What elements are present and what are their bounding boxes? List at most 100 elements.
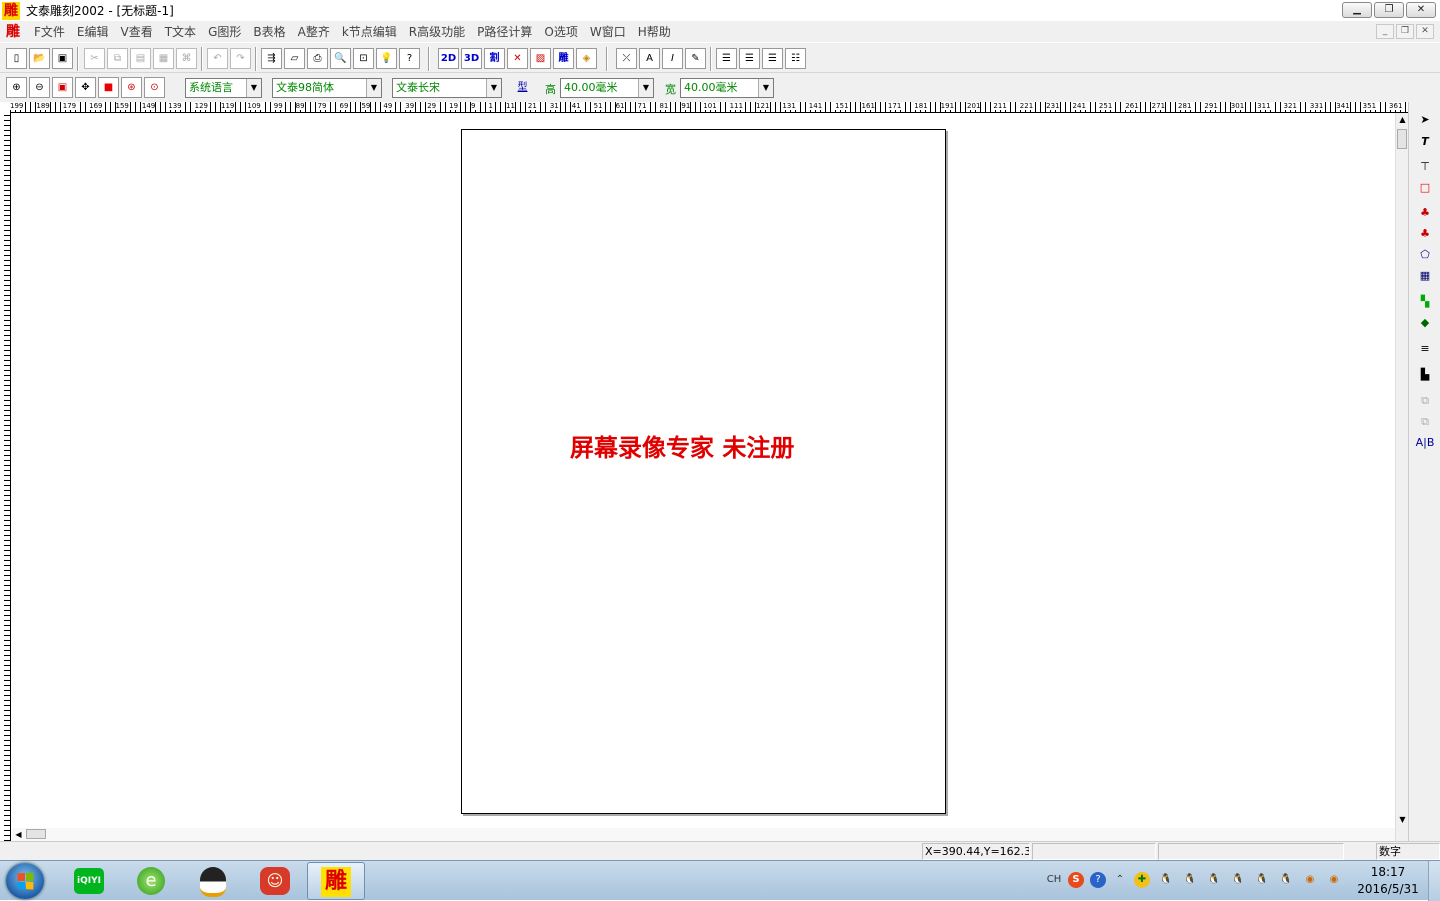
qq-tray-icon[interactable]: 🐧	[1158, 872, 1174, 888]
vertical-text-icon[interactable]: ⊤	[1414, 157, 1436, 177]
horizontal-scrollbar[interactable]: ◀	[12, 828, 1395, 841]
scroll-thumb[interactable]	[26, 829, 46, 839]
pan-icon[interactable]: ✥	[75, 77, 96, 98]
menu-help[interactable]: H帮助	[638, 23, 671, 40]
input-language[interactable]: CH	[1044, 872, 1064, 888]
paste-special-icon[interactable]: ▦	[153, 48, 174, 69]
zoom-out-icon[interactable]: ⊖	[29, 77, 50, 98]
open-folder-icon[interactable]: 📂	[29, 48, 50, 69]
color-fill-icon[interactable]: ■	[98, 77, 119, 98]
zoom-all-icon[interactable]: ⊙	[144, 77, 165, 98]
document-icon[interactable]: 雕	[4, 23, 22, 41]
menu-options[interactable]: O选项	[544, 23, 577, 40]
menu-view[interactable]: V查看	[121, 23, 153, 40]
mdi-minimize-button[interactable]: _	[1376, 24, 1394, 39]
height-input[interactable]: 40.00毫米 ▼	[560, 78, 654, 98]
select-arrow-icon[interactable]: ➤	[1414, 110, 1436, 130]
tip-bulb-icon[interactable]: 💡	[376, 48, 397, 69]
paragraph-icon[interactable]: ≡	[1414, 339, 1436, 359]
menu-text[interactable]: T文本	[165, 23, 196, 40]
minimize-button[interactable]: ▁	[1342, 2, 1372, 18]
menu-advanced[interactable]: R高级功能	[409, 23, 465, 40]
page-setup-icon[interactable]: ▱	[284, 48, 305, 69]
layer-icon[interactable]: ▙	[1414, 365, 1436, 385]
zoom-in-icon[interactable]: ⊕	[6, 77, 27, 98]
qq-tray-icon[interactable]: 🐧	[1254, 872, 1270, 888]
cut-icon[interactable]: ✂	[84, 48, 105, 69]
menu-file[interactable]: F文件	[34, 23, 65, 40]
font-type-button[interactable]: 型	[512, 77, 533, 98]
chevron-down-icon[interactable]: ▼	[366, 79, 381, 97]
qq-task[interactable]	[184, 862, 242, 900]
tiger-tray-icon[interactable]: ◉	[1302, 872, 1318, 888]
tray-app-icon[interactable]: ✚	[1134, 872, 1150, 888]
wentai-task[interactable]: 雕	[307, 862, 365, 900]
paste-icon[interactable]: ▤	[130, 48, 151, 69]
shape-edit-icon[interactable]: ♣	[1414, 224, 1436, 244]
undo-icon[interactable]: ↶	[207, 48, 228, 69]
fill-bucket-icon[interactable]: ◆	[1414, 313, 1436, 333]
edit-text-icon[interactable]: ✎	[685, 48, 706, 69]
text-box-icon[interactable]: A	[639, 48, 660, 69]
clock-time[interactable]: 18:17	[1358, 865, 1418, 879]
group-icon[interactable]: ⧉	[1414, 391, 1436, 411]
menu-path-calc[interactable]: P路径计算	[477, 23, 532, 40]
menu-table[interactable]: B表格	[253, 23, 285, 40]
zoom-page-icon[interactable]: ▣	[52, 77, 73, 98]
3d-button[interactable]: 3D	[461, 48, 482, 69]
table-tool-icon[interactable]: ▦	[1414, 266, 1436, 286]
ungroup-icon[interactable]: ⧉	[1414, 412, 1436, 432]
align-center-icon[interactable]: ☰	[739, 48, 760, 69]
print-preview-icon[interactable]: 🔍	[330, 48, 351, 69]
clock-date[interactable]: 2016/5/31	[1354, 882, 1422, 896]
zoom-select-icon[interactable]: ⊛	[121, 77, 142, 98]
mdi-restore-button[interactable]: ❐	[1396, 24, 1414, 39]
cut-path-button[interactable]: 割	[484, 48, 505, 69]
chevron-down-icon[interactable]: ▼	[638, 79, 653, 97]
scroll-thumb[interactable]	[1397, 129, 1407, 149]
node-icon[interactable]: ⤫	[616, 48, 637, 69]
chevron-down-icon[interactable]: ▼	[246, 79, 261, 97]
hatch-icon[interactable]: ▨	[530, 48, 551, 69]
text-replace-icon[interactable]: A|B	[1414, 433, 1436, 453]
print-icon[interactable]: ⎙	[307, 48, 328, 69]
show-desktop-button[interactable]	[1428, 861, 1440, 901]
chinese-font-select[interactable]: 文泰98简体 ▼	[272, 78, 382, 98]
rectangle-tool-icon[interactable]: □	[1414, 178, 1436, 198]
shape-tool-icon[interactable]: ♣	[1414, 203, 1436, 223]
align-right-icon[interactable]: ☰	[762, 48, 783, 69]
copy-icon[interactable]: ⧉	[107, 48, 128, 69]
menu-window[interactable]: W窗口	[590, 23, 626, 40]
color-grid-icon[interactable]: ▚	[1414, 292, 1436, 312]
text-tool-icon[interactable]: T	[1414, 132, 1436, 152]
import-icon[interactable]: ⇶	[261, 48, 282, 69]
italic-icon[interactable]: I	[662, 48, 683, 69]
align-left-icon[interactable]: ☰	[716, 48, 737, 69]
qq-tray-icon[interactable]: 🐧	[1278, 872, 1294, 888]
engrave-tool-icon[interactable]: ✕	[507, 48, 528, 69]
qq-tray-icon[interactable]: 🐧	[1206, 872, 1222, 888]
language-select[interactable]: 系统语言 ▼	[185, 78, 262, 98]
help-pointer-icon[interactable]: ?	[399, 48, 420, 69]
frame-icon[interactable]: ⊡	[353, 48, 374, 69]
2d-button[interactable]: 2D	[438, 48, 459, 69]
menu-align[interactable]: A整齐	[298, 23, 330, 40]
menu-edit[interactable]: E编辑	[77, 23, 109, 40]
tiger-check-icon[interactable]: ◉	[1326, 872, 1342, 888]
menu-graphics[interactable]: G图形	[208, 23, 241, 40]
vertical-scrollbar[interactable]: ▲ ▼	[1395, 113, 1408, 841]
chevron-down-icon[interactable]: ▼	[486, 79, 501, 97]
palette-icon[interactable]: ◈	[576, 48, 597, 69]
scroll-left-icon[interactable]: ◀	[12, 828, 25, 842]
diao-button[interactable]: 雕	[553, 48, 574, 69]
iqiyi-task[interactable]: iQIYI	[60, 862, 118, 900]
chevron-down-icon[interactable]: ▼	[758, 79, 773, 97]
page-area[interactable]	[461, 129, 946, 814]
game-task[interactable]: ☺	[246, 862, 304, 900]
width-input[interactable]: 40.00毫米 ▼	[680, 78, 774, 98]
mdi-close-button[interactable]: ✕	[1416, 24, 1434, 39]
english-font-select[interactable]: 文泰长宋 ▼	[392, 78, 502, 98]
qq-tray-icon[interactable]: 🐧	[1182, 872, 1198, 888]
redo-icon[interactable]: ↷	[230, 48, 251, 69]
sogou-icon[interactable]: S	[1068, 872, 1084, 888]
